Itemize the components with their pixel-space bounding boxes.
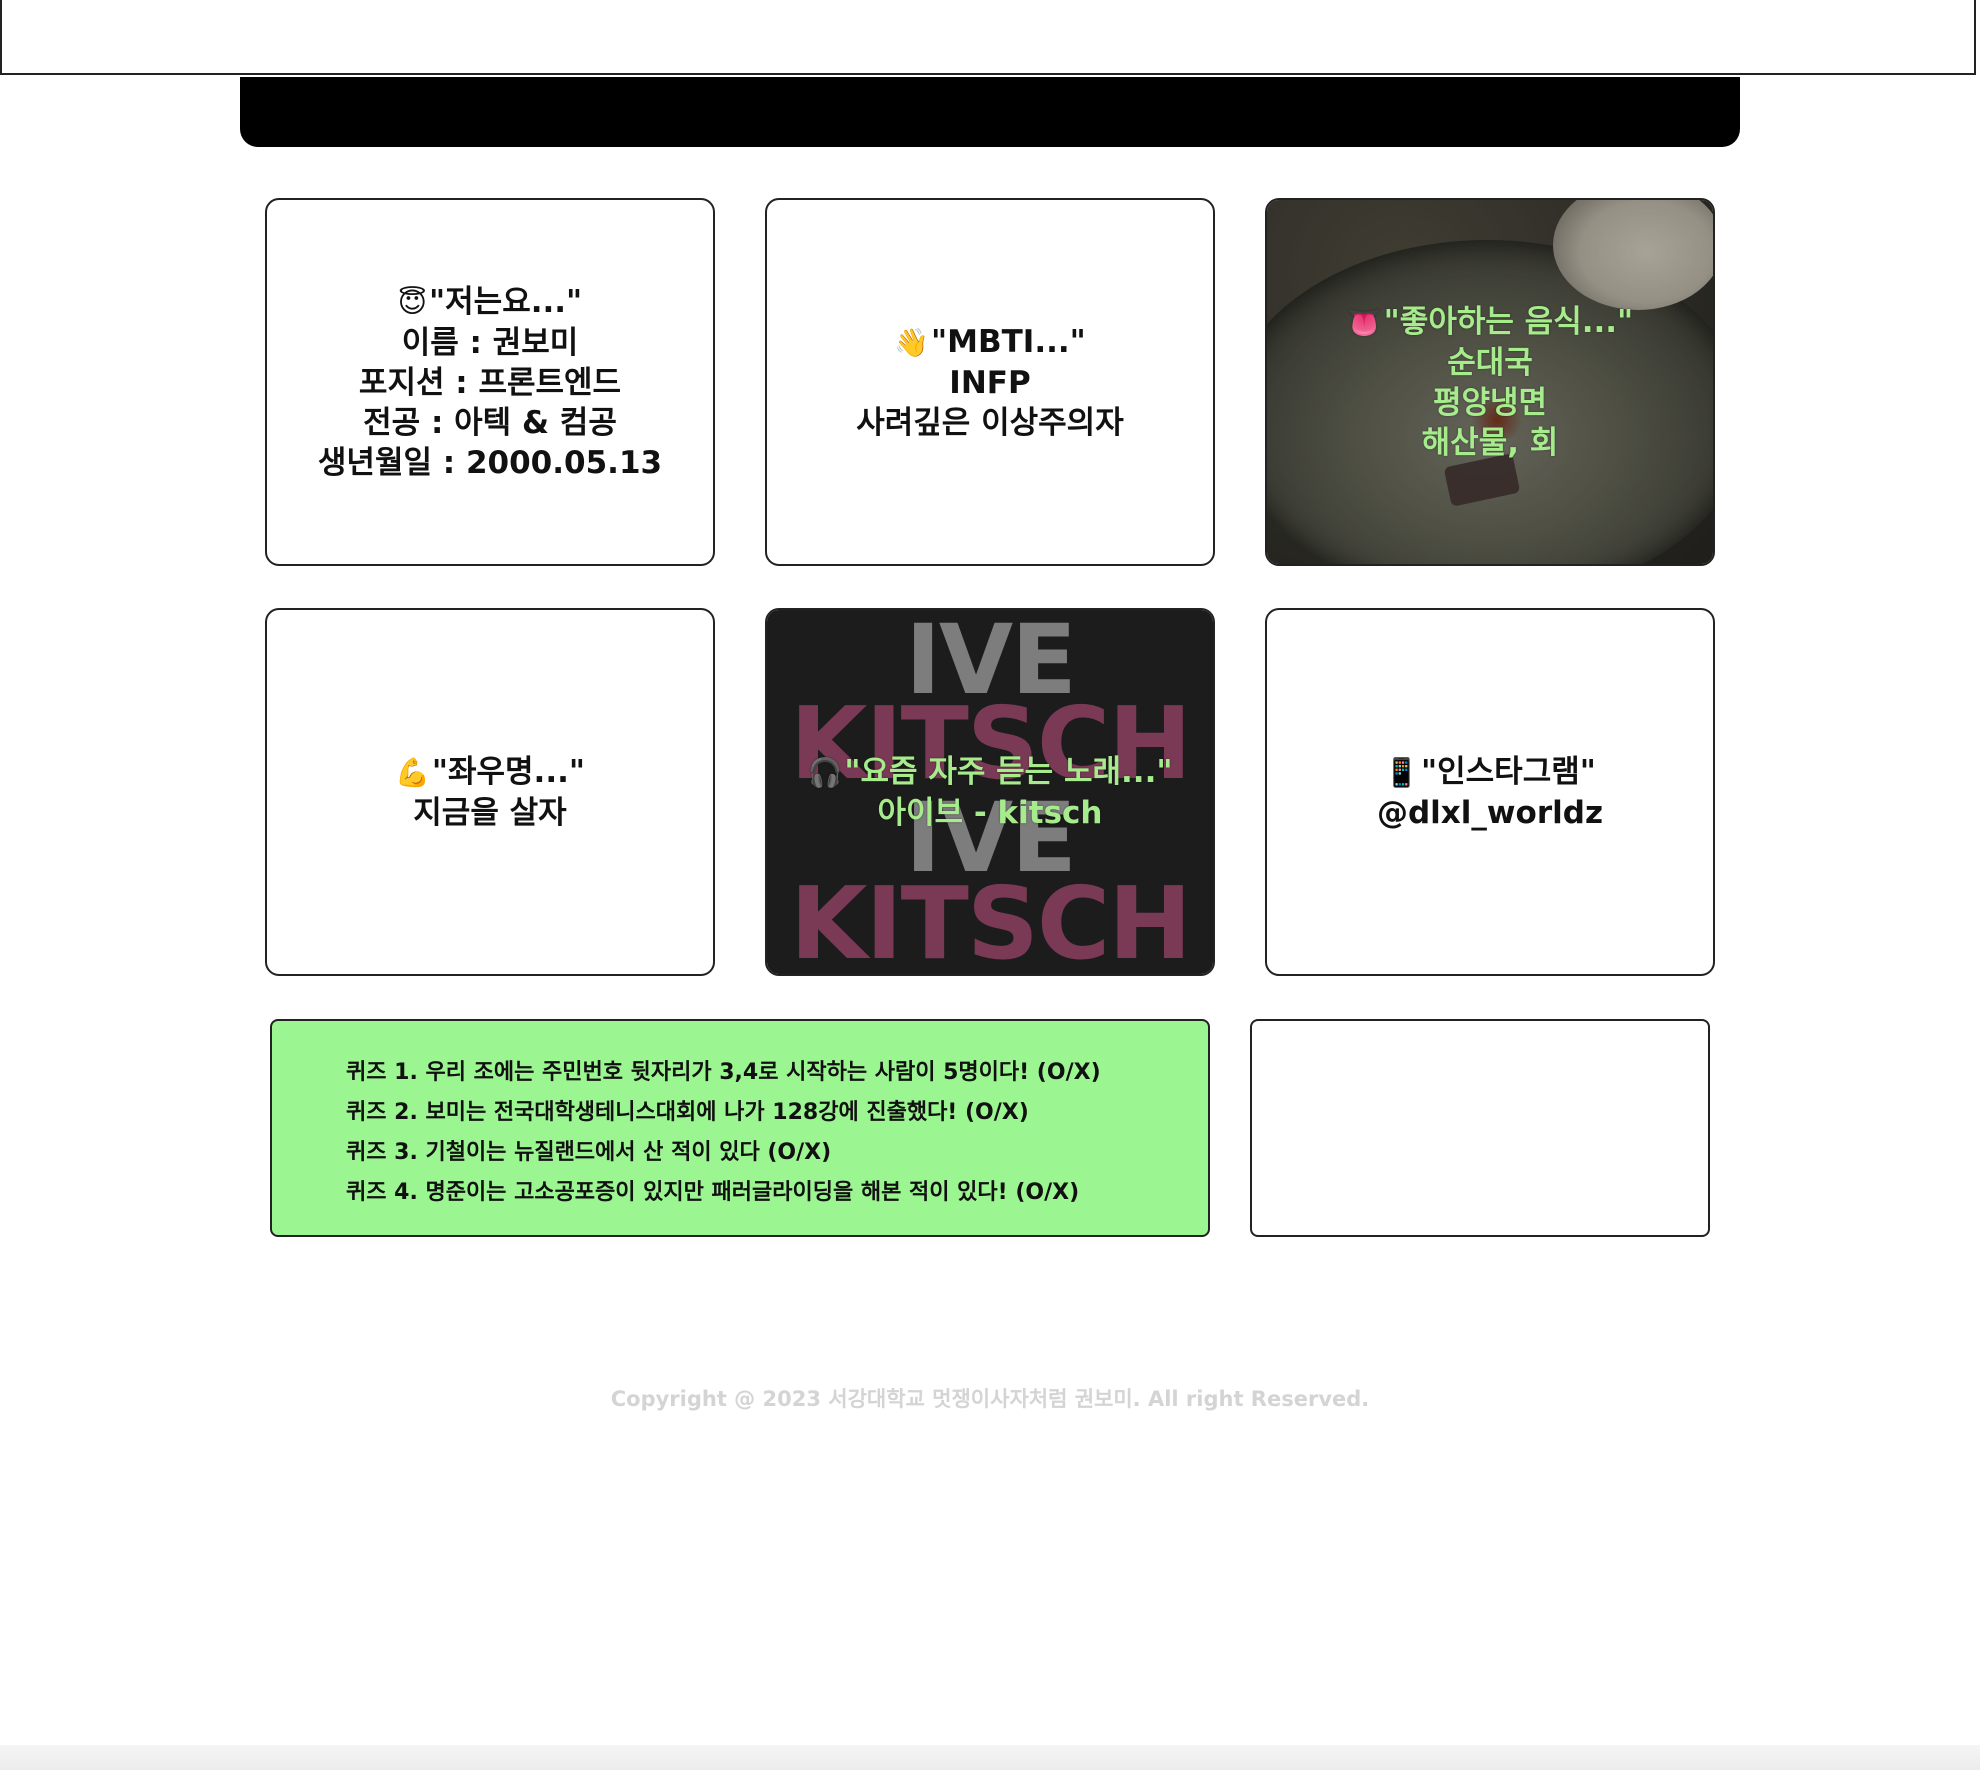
flexed-biceps-emoji-icon: 💪 bbox=[394, 755, 430, 789]
birthday-line: 생년월일 : 2000.05.13 bbox=[317, 444, 663, 481]
card-favorite-food-text: 👅"좋아하는 음식..." 순대국 평양냉면 해산물, 회 bbox=[1347, 302, 1633, 463]
copyright-footer: Copyright @ 2023 서강대학교 멋쟁이사자처럼 권보미. All … bbox=[610, 1387, 1370, 1411]
answer-box bbox=[1250, 1019, 1710, 1237]
name-line: 이름 : 권보미 bbox=[401, 324, 579, 361]
quiz-item[interactable]: 퀴즈 1. 우리 조에는 주민번호 뒷자리가 3,4로 시작하는 사람이 5명이… bbox=[346, 1053, 1208, 1093]
top-header bbox=[0, 0, 1976, 75]
card-title: "저는요..." bbox=[429, 283, 583, 320]
card-motto-text: 💪"좌우명..." 지금을 살자 bbox=[395, 752, 585, 833]
waving-hand-emoji-icon: 👋 bbox=[894, 325, 930, 359]
quiz-box: 퀴즈 1. 우리 조에는 주민번호 뒷자리가 3,4로 시작하는 사람이 5명이… bbox=[270, 1019, 1210, 1237]
card-title: "MBTI..." bbox=[931, 323, 1086, 360]
food-item: 순대국 bbox=[1447, 344, 1533, 381]
headphones-emoji-icon: 🎧 bbox=[807, 755, 843, 789]
quiz-item[interactable]: 퀴즈 3. 기철이는 뉴질랜드에서 산 적이 있다 (O/X) bbox=[346, 1133, 1208, 1173]
card-about-me[interactable]: 😇"저는요..." 이름 : 권보미 포지션 : 프론트엔드 전공 : 아텍 &… bbox=[265, 198, 715, 566]
angel-emoji-icon: 😇 bbox=[397, 285, 427, 319]
motto-text: 지금을 살자 bbox=[413, 794, 567, 831]
position-line: 포지션 : 프론트엔드 bbox=[358, 364, 622, 401]
instagram-handle[interactable]: @dlxl_worldz bbox=[1377, 793, 1603, 833]
card-instagram-text: 📱"인스타그램" @dlxl_worldz bbox=[1377, 752, 1603, 833]
card-title: "좌우명..." bbox=[431, 753, 586, 790]
black-banner bbox=[240, 77, 1740, 147]
major-line: 전공 : 아텍 & 컴공 bbox=[363, 404, 617, 441]
food-item: 평양냉면 bbox=[1432, 384, 1548, 421]
card-favorite-song-text: 🎧"요즘 자주 듣는 노래..." 아이브 - kitsch bbox=[807, 752, 1172, 833]
card-favorite-food[interactable]: 👅"좋아하는 음식..." 순대국 평양냉면 해산물, 회 bbox=[1265, 198, 1715, 566]
card-title: "인스타그램" bbox=[1420, 753, 1596, 790]
card-mbti[interactable]: 👋"MBTI..." INFP 사려깊은 이상주의자 bbox=[765, 198, 1215, 566]
quiz-item[interactable]: 퀴즈 2. 보미는 전국대학생테니스대회에 나가 128강에 진출했다! (O/… bbox=[346, 1093, 1208, 1133]
card-title: "요즘 자주 듣는 노래..." bbox=[844, 753, 1173, 790]
card-motto[interactable]: 💪"좌우명..." 지금을 살자 bbox=[265, 608, 715, 976]
mobile-phone-emoji-icon: 📱 bbox=[1384, 755, 1419, 789]
mbti-type: INFP bbox=[949, 364, 1031, 401]
food-item: 해산물, 회 bbox=[1421, 424, 1559, 461]
quiz-item[interactable]: 퀴즈 4. 명준이는 고소공포증이 있지만 패러글라이딩을 해본 적이 있다! … bbox=[346, 1173, 1208, 1213]
card-title: "좋아하는 음식..." bbox=[1383, 303, 1634, 340]
card-instagram[interactable]: 📱"인스타그램" @dlxl_worldz bbox=[1265, 608, 1715, 976]
mbti-description: 사려깊은 이상주의자 bbox=[856, 404, 1124, 441]
album-word: KITSCH bbox=[789, 865, 1192, 976]
bottom-shade bbox=[0, 1745, 1980, 1770]
card-about-me-text: 😇"저는요..." 이름 : 권보미 포지션 : 프론트엔드 전공 : 아텍 &… bbox=[318, 282, 662, 483]
card-favorite-song[interactable]: IVE KITSCH IVE KITSCH 🎧"요즘 자주 듣는 노래..." … bbox=[765, 608, 1215, 976]
card-mbti-text: 👋"MBTI..." INFP 사려깊은 이상주의자 bbox=[856, 322, 1123, 443]
tongue-emoji-icon: 👅 bbox=[1346, 305, 1382, 339]
song-name: 아이브 - kitsch bbox=[877, 794, 1103, 831]
